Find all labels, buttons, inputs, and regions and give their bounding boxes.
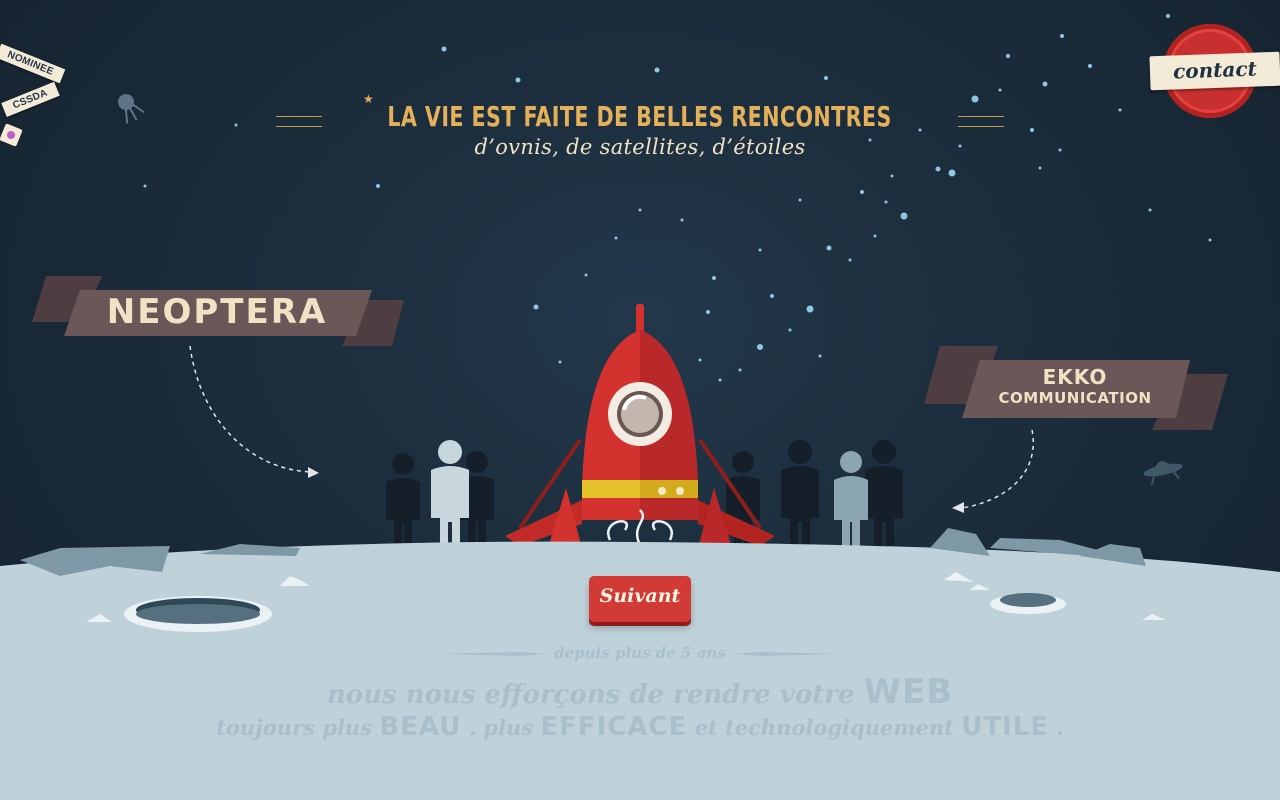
people-group-left [386, 440, 494, 548]
tagline-line3-a: toujours plus [216, 715, 373, 740]
ekko-link-subtitle[interactable]: COMMUNICATION [962, 389, 1188, 407]
neoptera-link[interactable]: NEOPTERA [64, 288, 370, 336]
headline-title: LA VIE EST FAITE DE BELLES RENCONTRES [387, 100, 893, 133]
next-button[interactable]: Suivant [589, 576, 691, 622]
contact-button[interactable]: contact [1149, 51, 1280, 91]
ufo-icon [1143, 461, 1183, 485]
star-icon: ★ [362, 92, 374, 106]
tagline-efficace: EFFICACE [540, 712, 688, 742]
tagline-line3-b: . plus [468, 715, 534, 740]
tagline-line2-text: nous nous efforçons de rendre votre [326, 680, 855, 710]
tagline-line2: nous nous efforçons de rendre votre WEB [0, 672, 1280, 712]
hero-headline: LA VIE EST FAITE DE BELLES RENCONTRES ★ … [0, 92, 1280, 159]
tagline-line1: depuis plus de 5 ans [554, 644, 726, 662]
left-arrow-head [308, 467, 319, 478]
tagline-web: WEB [863, 672, 954, 712]
tagline-beau: BEAU [379, 712, 462, 742]
headline-deco-right [958, 116, 1005, 128]
tagline-utile: UTILE [961, 712, 1050, 742]
right-arrow-head [952, 502, 964, 513]
headline-subtitle: d’ovnis, de satellites, d’étoiles [474, 135, 806, 159]
tagline-line3-c: et technologiquement [694, 715, 954, 740]
right-arrow [961, 429, 1034, 509]
nominee-label: NOMINEE [0, 43, 66, 84]
left-arrow [189, 345, 313, 473]
tagline-line3-d: . [1056, 715, 1064, 740]
headline-deco-left [275, 116, 322, 128]
tagline-line3: toujours plus BEAU . plus EFFICACE et te… [0, 712, 1280, 742]
ekko-link-title[interactable]: EKKO [962, 366, 1188, 388]
